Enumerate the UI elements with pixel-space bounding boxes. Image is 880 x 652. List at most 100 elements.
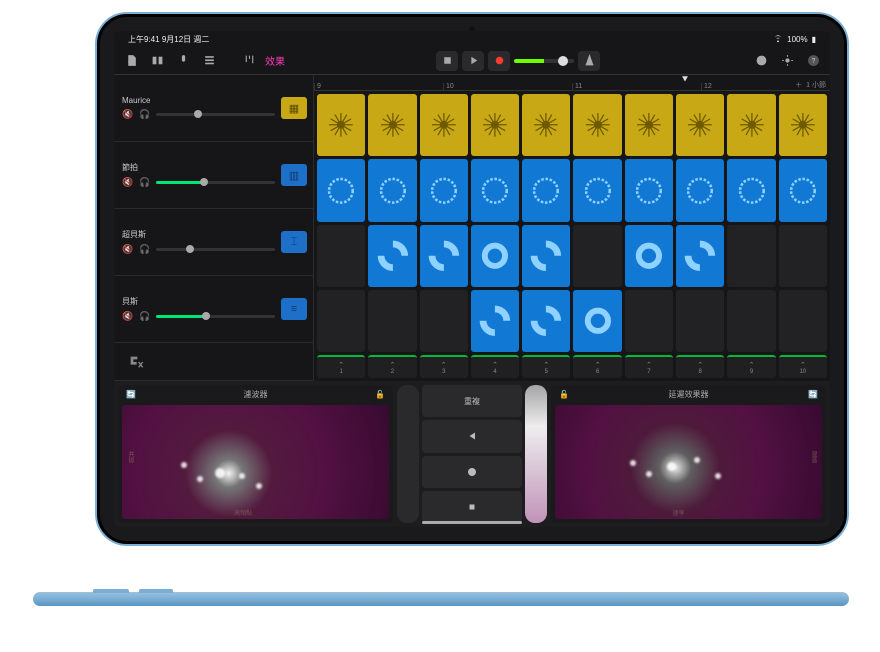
loop-cell[interactable] <box>676 290 724 352</box>
mute-icon[interactable]: 🔇 <box>122 244 133 255</box>
headphones-icon[interactable]: 🎧 <box>139 109 150 120</box>
loop-cell[interactable] <box>676 159 724 221</box>
trigger-button[interactable]: ⌃6 <box>573 355 621 378</box>
loop-cell[interactable] <box>368 159 416 221</box>
loop-cell[interactable] <box>317 159 365 221</box>
loop-cell[interactable] <box>676 225 724 287</box>
loop-button[interactable] <box>750 51 772 71</box>
loop-cell[interactable] <box>420 94 468 156</box>
trigger-button[interactable]: ⌃5 <box>522 355 570 378</box>
settings-button[interactable] <box>776 51 798 71</box>
loop-cell[interactable] <box>522 225 570 287</box>
loop-cell[interactable] <box>522 159 570 221</box>
center-repeat[interactable]: 重複 <box>422 385 522 417</box>
trigger-button[interactable]: ⌃2 <box>368 355 416 378</box>
loop-cell[interactable] <box>317 94 365 156</box>
xy-pad-filter[interactable]: 🔄 濾波器 🔓 共振 高頻點 <box>118 385 393 523</box>
loop-cell[interactable] <box>727 290 775 352</box>
headphones-icon[interactable]: 🎧 <box>139 311 150 322</box>
track-row[interactable]: 節拍 🔇 🎧 ▥ <box>114 142 313 209</box>
loop-cell[interactable] <box>779 94 827 156</box>
loop-cell[interactable] <box>727 94 775 156</box>
loop-cell[interactable] <box>471 290 519 352</box>
loop-cell[interactable] <box>625 159 673 221</box>
mixer-button[interactable] <box>198 51 220 71</box>
headphones-icon[interactable]: 🎧 <box>139 244 150 255</box>
sync-icon[interactable]: 🔄 <box>808 390 818 399</box>
loop-cell[interactable] <box>573 159 621 221</box>
instrument-bass-icon[interactable]: ≡ <box>281 298 307 320</box>
loop-cell[interactable] <box>368 225 416 287</box>
home-indicator[interactable] <box>422 521 522 524</box>
loop-cell[interactable] <box>317 290 365 352</box>
loop-cell[interactable] <box>420 290 468 352</box>
loop-cell[interactable] <box>779 225 827 287</box>
loop-cell[interactable] <box>625 225 673 287</box>
center-stop[interactable] <box>422 491 522 523</box>
loop-cell[interactable] <box>471 225 519 287</box>
loop-cell[interactable] <box>522 290 570 352</box>
playhead-icon[interactable] <box>680 75 690 87</box>
loop-cell[interactable] <box>317 225 365 287</box>
effects-button[interactable]: 效果 <box>264 51 286 71</box>
instrument-synth-icon[interactable]: ⌶ <box>281 231 307 253</box>
mute-icon[interactable]: 🔇 <box>122 311 133 322</box>
loop-cell[interactable] <box>420 225 468 287</box>
fx-track-row[interactable] <box>114 343 313 381</box>
loop-cell[interactable] <box>625 290 673 352</box>
trigger-button[interactable]: ⌃1 <box>317 355 365 378</box>
mute-icon[interactable]: 🔇 <box>122 109 133 120</box>
loop-cell[interactable] <box>573 225 621 287</box>
metronome-button[interactable] <box>578 51 600 71</box>
track-volume-slider[interactable] <box>156 248 275 251</box>
loop-cell[interactable] <box>625 94 673 156</box>
master-volume[interactable] <box>514 59 574 63</box>
record-button[interactable] <box>488 51 510 71</box>
trigger-button[interactable]: ⌃7 <box>625 355 673 378</box>
loop-cell[interactable] <box>727 159 775 221</box>
loop-cell[interactable] <box>727 225 775 287</box>
mute-icon[interactable]: 🔇 <box>122 177 133 188</box>
trigger-button[interactable]: ⌃9 <box>727 355 775 378</box>
loop-cell[interactable] <box>368 290 416 352</box>
instrument-drum-icon[interactable]: ▦ <box>281 97 307 119</box>
file-button[interactable] <box>120 51 142 71</box>
trigger-button[interactable]: ⌃10 <box>779 355 827 378</box>
loop-cell[interactable] <box>471 159 519 221</box>
track-volume-slider[interactable] <box>156 113 275 116</box>
mic-button[interactable] <box>172 51 194 71</box>
track-row[interactable]: 超貝斯 🔇 🎧 ⌶ <box>114 209 313 276</box>
track-row[interactable]: Maurice 🔇 🎧 ▦ <box>114 75 313 142</box>
loop-cell[interactable] <box>779 290 827 352</box>
track-row[interactable]: 貝斯 🔇 🎧 ≡ <box>114 276 313 343</box>
track-volume-slider[interactable] <box>156 181 275 184</box>
center-scratch[interactable] <box>422 456 522 488</box>
loop-cell[interactable] <box>522 94 570 156</box>
loop-cell[interactable] <box>676 94 724 156</box>
trigger-button[interactable]: ⌃8 <box>676 355 724 378</box>
lock-icon[interactable]: 🔓 <box>375 390 385 399</box>
center-reverse[interactable] <box>422 420 522 452</box>
loop-cell[interactable] <box>573 290 621 352</box>
play-button[interactable] <box>462 51 484 71</box>
loop-cell[interactable] <box>471 94 519 156</box>
loop-cell[interactable] <box>368 94 416 156</box>
timeline-ruler[interactable]: 9 10 11 12 ＋ 1 小節 <box>314 75 830 91</box>
stop-button[interactable] <box>436 51 458 71</box>
loop-cell[interactable] <box>420 159 468 221</box>
strip-left[interactable] <box>397 385 419 523</box>
headphones-icon[interactable]: 🎧 <box>139 177 150 188</box>
track-volume-slider[interactable] <box>156 315 275 318</box>
xy-pad-delay[interactable]: 🔓 延遲效果器 🔄 混音 速率 <box>551 385 826 523</box>
loop-cell[interactable] <box>573 94 621 156</box>
strip-right[interactable] <box>525 385 547 523</box>
trigger-button[interactable]: ⌃3 <box>420 355 468 378</box>
help-button[interactable]: ? <box>802 51 824 71</box>
trigger-button[interactable]: ⌃4 <box>471 355 519 378</box>
sync-icon[interactable]: 🔄 <box>126 390 136 399</box>
instrument-keys-icon[interactable]: ▥ <box>281 164 307 186</box>
view-button[interactable] <box>146 51 168 71</box>
add-bar-button[interactable]: ＋ <box>795 80 802 90</box>
loop-cell[interactable] <box>779 159 827 221</box>
lock-icon[interactable]: 🔓 <box>559 390 569 399</box>
